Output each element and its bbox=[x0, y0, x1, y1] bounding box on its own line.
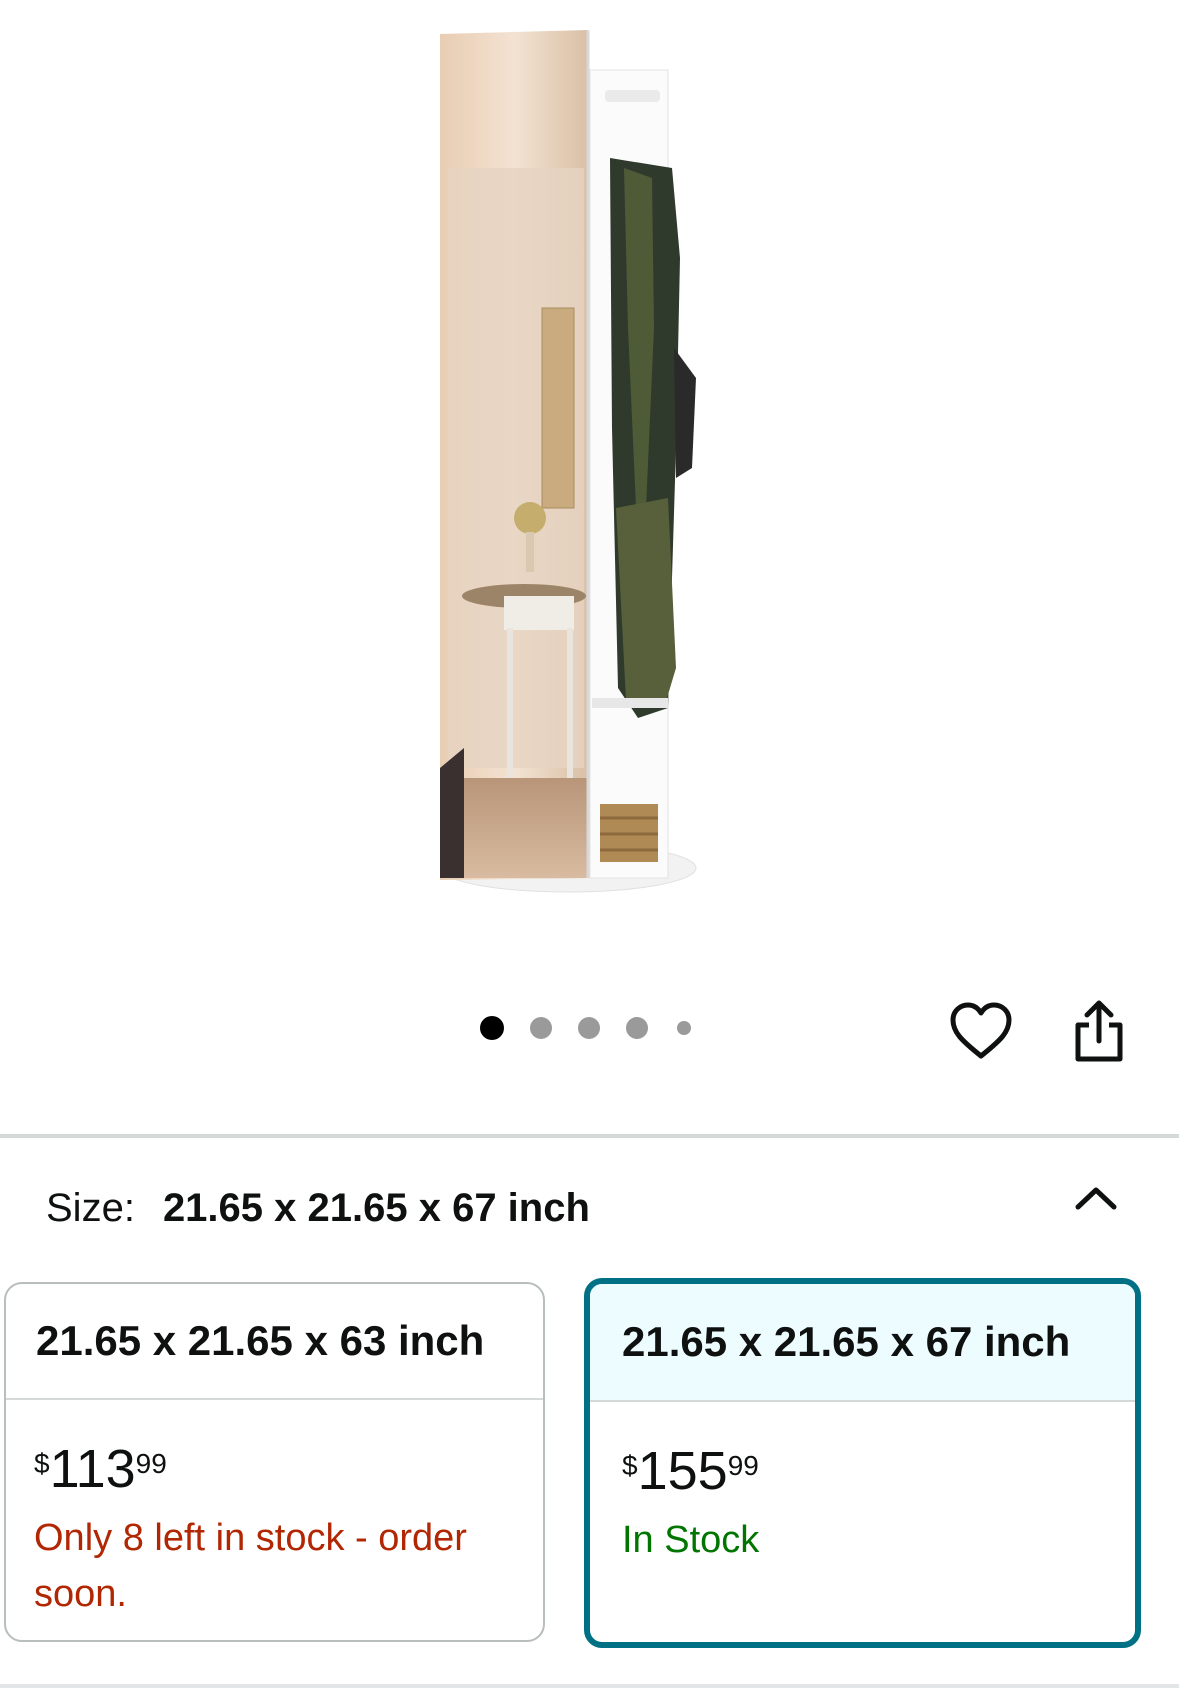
carousel-dot-4[interactable] bbox=[626, 1017, 648, 1039]
bottom-divider bbox=[0, 1684, 1179, 1688]
price-fraction: 99 bbox=[135, 1448, 167, 1479]
price: $ 113 99 bbox=[34, 1442, 543, 1496]
price-symbol: $ bbox=[622, 1450, 638, 1481]
size-option-67-inch[interactable]: 21.65 x 21.65 x 67 inch $ 155 99 In Stoc… bbox=[584, 1278, 1141, 1648]
favorite-button[interactable] bbox=[942, 994, 1020, 1068]
stock-status: Only 8 left in stock - order soon. bbox=[34, 1517, 467, 1615]
collapse-size-button[interactable] bbox=[1068, 1170, 1124, 1226]
size-option-63-inch[interactable]: 21.65 x 21.65 x 63 inch $ 113 99 Only 8 … bbox=[4, 1282, 545, 1642]
price-whole: 155 bbox=[637, 1441, 728, 1501]
selected-size-value: 21.65 x 21.65 x 67 inch bbox=[162, 1185, 590, 1230]
size-option-name: 21.65 x 21.65 x 63 inch bbox=[6, 1284, 543, 1400]
size-selector-header: Size: 21.65 x 21.65 x 67 inch bbox=[46, 1178, 590, 1238]
share-button[interactable] bbox=[1064, 994, 1134, 1068]
price-symbol: $ bbox=[34, 1448, 50, 1479]
share-upload-icon bbox=[1075, 1000, 1123, 1062]
product-image[interactable] bbox=[440, 28, 730, 898]
size-option-details: $ 155 99 In Stock bbox=[590, 1402, 1135, 1568]
size-option-name: 21.65 x 21.65 x 67 inch bbox=[590, 1284, 1135, 1402]
price-whole: 113 bbox=[49, 1439, 136, 1499]
chevron-up-icon bbox=[1075, 1187, 1117, 1210]
section-divider bbox=[0, 1134, 1179, 1138]
stock-status: In Stock bbox=[622, 1519, 760, 1561]
price: $ 155 99 bbox=[622, 1444, 1135, 1498]
carousel-dot-3[interactable] bbox=[578, 1017, 600, 1039]
carousel-dot-1[interactable] bbox=[480, 1016, 504, 1040]
size-label: Size: bbox=[46, 1185, 135, 1230]
price-fraction: 99 bbox=[727, 1450, 759, 1481]
carousel-dot-5[interactable] bbox=[677, 1021, 691, 1035]
size-option-details: $ 113 99 Only 8 left in stock - order so… bbox=[6, 1400, 543, 1622]
heart-outline-icon bbox=[950, 1002, 1012, 1059]
carousel-dot-2[interactable] bbox=[530, 1017, 552, 1039]
